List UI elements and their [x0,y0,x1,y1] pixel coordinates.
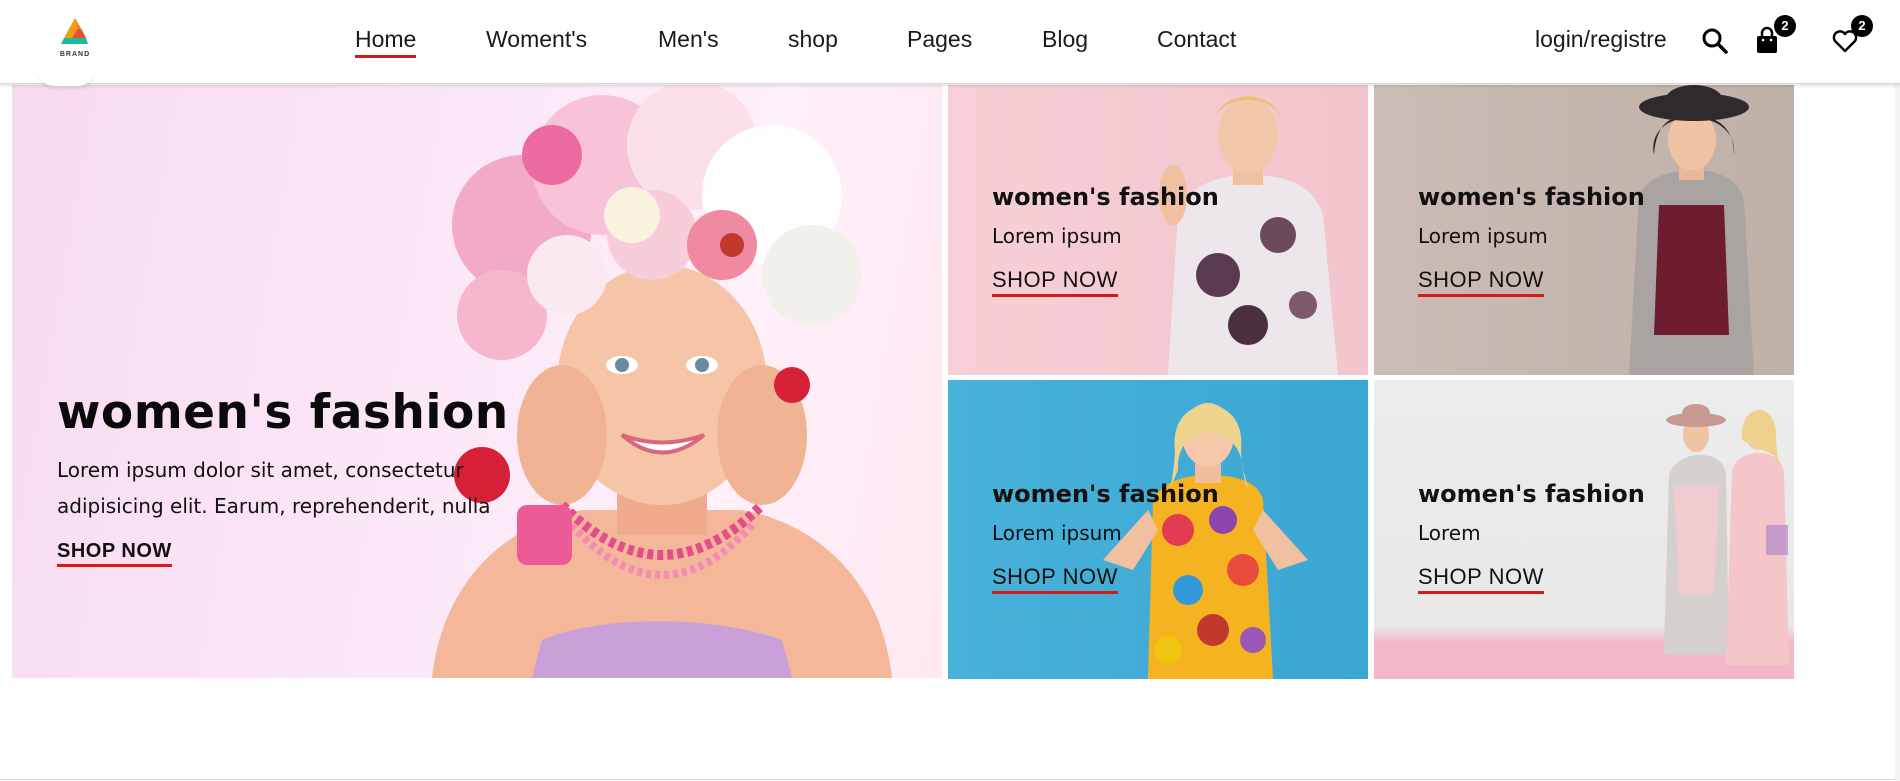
card-3-content: women's fashion Lorem ipsum SHOP NOW [992,480,1219,594]
card-2-content: women's fashion Lorem ipsum SHOP NOW [1418,183,1645,297]
vertical-scrollbar[interactable] [1895,0,1900,781]
brand-logo-mark [61,18,88,44]
nav-womens[interactable]: Woment's [486,26,587,53]
search-button[interactable] [1700,26,1730,56]
hero-model-image [412,85,942,678]
nav-pages[interactable]: Pages [907,26,972,53]
wishlist-button[interactable]: 2 [1830,15,1873,56]
login-register-link[interactable]: login/registre [1535,26,1667,53]
card-4-shop-now-button[interactable]: SHOP NOW [1418,564,1544,594]
cart-count-badge: 2 [1774,15,1796,37]
card-2-subtitle: Lorem ipsum [1418,224,1548,248]
promo-card-3: women's fashion Lorem ipsum SHOP NOW [948,380,1368,679]
card-4-title: women's fashion [1418,480,1645,508]
nav-mens[interactable]: Men's [658,26,719,53]
promo-card-2: women's fashion Lorem ipsum SHOP NOW [1374,85,1794,375]
card-3-title: women's fashion [992,480,1219,508]
card-2-title: women's fashion [1418,183,1645,211]
brand-name: BRAND [59,51,91,58]
wishlist-count-badge: 2 [1851,15,1873,37]
card-2-shop-now-button[interactable]: SHOP NOW [1418,267,1544,297]
hero-banner: women's fashion Lorem ipsum dolor sit am… [12,85,942,678]
nav-contact[interactable]: Contact [1157,26,1236,53]
nav-shop[interactable]: shop [788,26,838,53]
card-4-models-image [1654,395,1794,679]
hero-description: Lorem ipsum dolor sit amet, consectetur … [57,458,491,518]
site-header: BRAND Home Woment's Men's shop Pages Blo… [0,0,1900,86]
card-1-content: women's fashion Lorem ipsum SHOP NOW [992,183,1219,297]
card-3-subtitle: Lorem ipsum [992,521,1122,545]
nav-home[interactable]: Home [355,26,417,58]
card-3-shop-now-button[interactable]: SHOP NOW [992,564,1118,594]
card-4-subtitle: Lorem [1418,521,1481,545]
hero-shop-now-button[interactable]: SHOP NOW [57,540,172,567]
search-icon [1702,28,1728,54]
nav-blog[interactable]: Blog [1042,26,1088,53]
card-4-content: women's fashion Lorem SHOP NOW [1418,480,1645,594]
promo-card-4: women's fashion Lorem SHOP NOW [1374,380,1794,679]
page-divider [0,779,1895,780]
card-1-title: women's fashion [992,183,1219,211]
promo-card-1: women's fashion Lorem ipsum SHOP NOW [948,85,1368,375]
brand-logo[interactable]: BRAND [50,16,100,66]
card-1-shop-now-button[interactable]: SHOP NOW [992,267,1118,297]
logo-tab [38,70,94,86]
hero-content: women's fashion Lorem ipsum dolor sit am… [57,385,509,567]
hero-title: women's fashion [57,385,509,440]
card-1-subtitle: Lorem ipsum [992,224,1122,248]
cart-button[interactable]: 2 [1753,15,1796,56]
